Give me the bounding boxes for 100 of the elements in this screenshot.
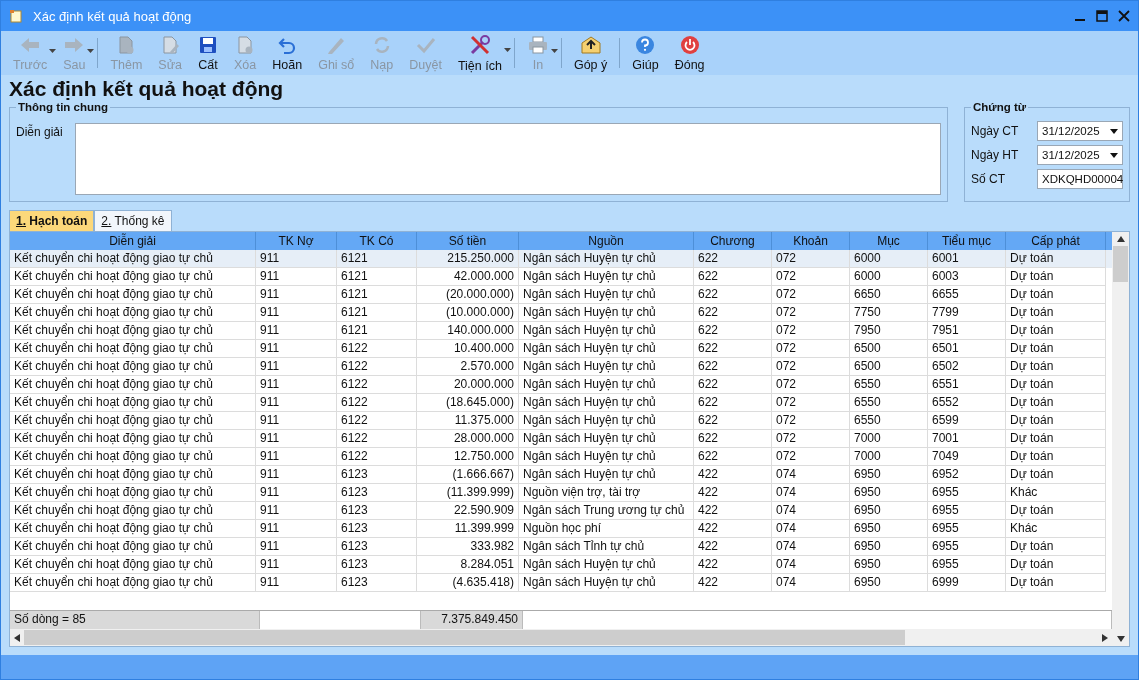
scroll-down-icon[interactable]: [1116, 636, 1125, 642]
scroll-right-icon[interactable]: [1102, 633, 1108, 642]
toolbar-button[interactable]: Giúp: [624, 32, 667, 74]
table-cell: Dự toán: [1006, 340, 1106, 358]
table-cell: 622: [694, 322, 772, 340]
dropdown-arrow-icon[interactable]: [49, 48, 57, 53]
table-cell: 911: [256, 304, 337, 322]
toolbar-button[interactable]: Đóng: [666, 32, 713, 74]
table-cell: 622: [694, 358, 772, 376]
date-picker[interactable]: 31/12/2025: [1037, 145, 1123, 165]
table-cell: 6550: [850, 412, 928, 430]
table-cell: Ngân sách Huyện tự chủ: [519, 286, 694, 304]
table-cell: Kết chuyển chi hoạt động giao tự chủ: [10, 520, 256, 538]
table-cell: 22.590.909: [417, 502, 519, 520]
scroll-up-icon[interactable]: [1116, 236, 1125, 242]
dropdown-arrow-icon[interactable]: [1110, 152, 1118, 158]
description-field[interactable]: [74, 123, 941, 195]
vertical-scrollbar[interactable]: [1112, 232, 1129, 646]
table-cell: Kết chuyển chi hoạt động giao tự chủ: [10, 304, 256, 322]
table-cell: 074: [772, 556, 850, 574]
table-cell: Dự toán: [1006, 250, 1106, 268]
table-cell: 6950: [850, 574, 928, 592]
table-cell: (18.645.000): [417, 394, 519, 412]
table-cell: 6501: [928, 340, 1006, 358]
table-cell: 622: [694, 412, 772, 430]
table-cell: 6003: [928, 268, 1006, 286]
table-cell: 622: [694, 286, 772, 304]
table-cell: 072: [772, 448, 850, 466]
dropdown-arrow-icon[interactable]: [87, 48, 95, 53]
table-cell: 10.400.000: [417, 340, 519, 358]
power-icon: [679, 34, 700, 55]
table-cell: 6955: [928, 556, 1006, 574]
table-cell: 072: [772, 430, 850, 448]
table-cell: 6950: [850, 538, 928, 556]
toolbar-button[interactable]: Cất: [190, 32, 227, 74]
table-cell: 911: [256, 394, 337, 412]
table-cell: 11.375.000: [417, 412, 519, 430]
selected-row[interactable]: Kết chuyển chi hoạt động giao tự chủ 911 6121 215.250.000 Ngân sách Huyện tự chủ 622 072 6000 6001 Dự toán: [10, 250, 1112, 268]
horizontal-scrollbar[interactable]: [10, 629, 1112, 646]
table-cell: 074: [772, 466, 850, 484]
tab[interactable]: 1. Hạch toán: [9, 210, 95, 231]
table-cell: Ngân sách Huyện tự chủ: [519, 574, 694, 592]
table-cell: 911: [256, 466, 337, 484]
table-cell: 6123: [337, 466, 417, 484]
table-cell: Ngân sách Trung ương tự chủ: [519, 502, 694, 520]
table-cell: Dự toán: [1006, 538, 1106, 556]
envelope-icon: [579, 34, 602, 55]
close-icon[interactable]: [1118, 10, 1130, 22]
table-cell: Ngân sách Huyện tự chủ: [519, 466, 694, 484]
voucher-number-field[interactable]: XDKQHD00004: [1037, 169, 1123, 189]
table-cell: Ngân sách Huyện tự chủ: [519, 376, 694, 394]
table-cell: 6122: [337, 448, 417, 466]
field-label: Ngày CT: [971, 124, 1019, 138]
table-cell: 6121: [337, 286, 417, 304]
table-cell: 622: [694, 448, 772, 466]
table-cell: Kết chuyển chi hoạt động giao tự chủ: [10, 340, 256, 358]
table-cell: 11.399.999: [417, 520, 519, 538]
table-cell: Ngân sách Huyện tự chủ: [519, 358, 694, 376]
table-cell: 6123: [337, 556, 417, 574]
scrollbar-thumb[interactable]: [1113, 246, 1128, 282]
table-cell: Kết chuyển chi hoạt động giao tự chủ: [10, 430, 256, 448]
dropdown-arrow-icon[interactable]: [1110, 128, 1118, 134]
table-cell: 7750: [850, 304, 928, 322]
field-label: Diễn giải: [16, 123, 63, 141]
table-cell: 622: [694, 268, 772, 286]
document-pencil-icon: [160, 34, 181, 55]
table-cell: (1.666.667): [417, 466, 519, 484]
table-cell: 911: [256, 574, 337, 592]
table-cell: 6950: [850, 556, 928, 574]
table-cell: 7000: [850, 430, 928, 448]
date-picker[interactable]: 31/12/2025: [1037, 121, 1123, 141]
table-cell: 422: [694, 574, 772, 592]
table-cell: 42.000.000: [417, 268, 519, 286]
table-cell: 6123: [337, 520, 417, 538]
maximize-icon[interactable]: [1096, 10, 1108, 22]
scroll-left-icon[interactable]: [14, 633, 20, 642]
table-cell: Ngân sách Huyện tự chủ: [519, 430, 694, 448]
table-cell: Ngân sách Huyện tự chủ: [519, 448, 694, 466]
table-cell: Kết chuyển chi hoạt động giao tự chủ: [10, 448, 256, 466]
dropdown-arrow-icon[interactable]: [503, 47, 511, 52]
table-cell: 622: [694, 304, 772, 322]
scrollbar-thumb[interactable]: [24, 630, 905, 645]
table-cell: Khác: [1006, 484, 1106, 502]
table-cell: 6599: [928, 412, 1006, 430]
tab[interactable]: 2. Thống kê: [94, 210, 172, 231]
table-cell: Ngân sách Huyện tự chủ: [519, 412, 694, 430]
toolbar-button[interactable]: Tiện ích: [449, 31, 510, 75]
table-cell: 911: [256, 322, 337, 340]
table-cell: Kết chuyển chi hoạt động giao tự chủ: [10, 502, 256, 520]
table-cell: Dự toán: [1006, 304, 1106, 322]
toolbar-button[interactable]: Góp ý: [565, 32, 616, 74]
table-cell: 074: [772, 502, 850, 520]
table-cell: 215.250.000: [417, 250, 519, 268]
toolbar-button[interactable]: Hoãn: [264, 32, 311, 74]
table-cell: 6123: [337, 484, 417, 502]
table-cell: 7951: [928, 322, 1006, 340]
table-cell: Dự toán: [1006, 376, 1106, 394]
table-cell: Dự toán: [1006, 412, 1106, 430]
dropdown-arrow-icon[interactable]: [550, 48, 558, 53]
table-cell: 7799: [928, 304, 1006, 322]
